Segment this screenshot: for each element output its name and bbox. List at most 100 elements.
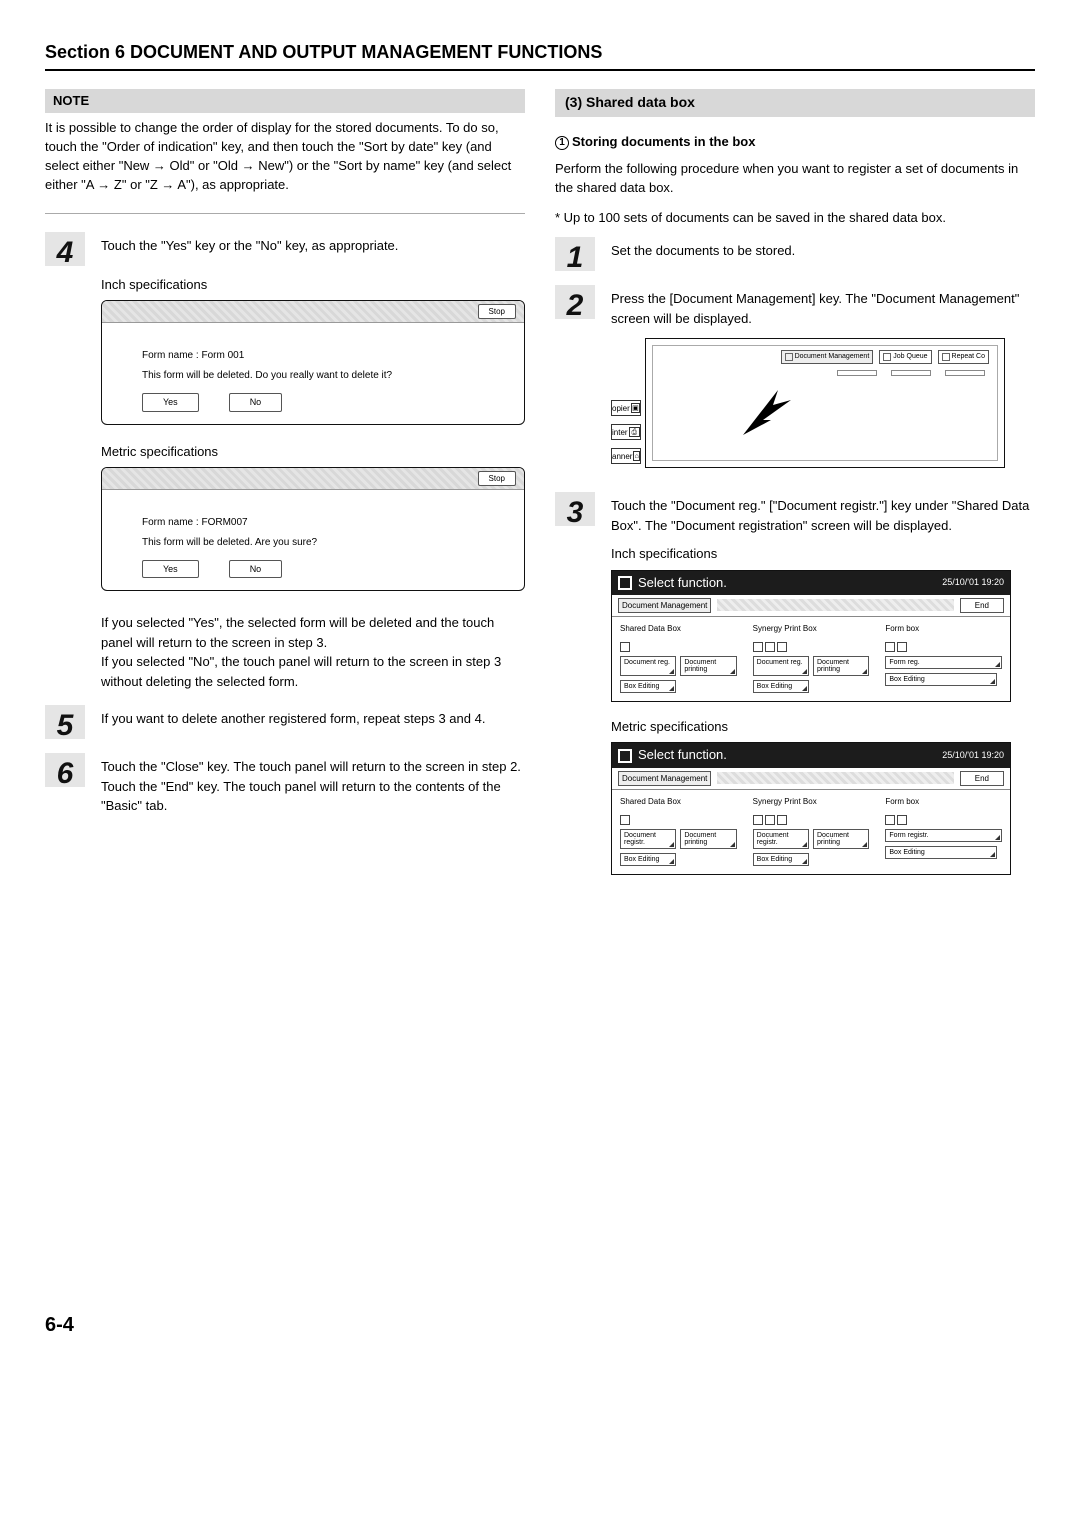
right-column: (3) Shared data box 1Storing documents i… [555, 89, 1035, 891]
yes-button[interactable]: Yes [142, 560, 199, 579]
step-text: If you want to delete another registered… [101, 705, 485, 739]
prompt-line: This form will be deleted. Do you really… [142, 369, 484, 383]
no-button[interactable]: No [229, 393, 283, 412]
no-button[interactable]: No [229, 560, 283, 579]
step-text: Touch the "Document reg." ["Document reg… [611, 492, 1035, 535]
note-heading: NOTE [45, 89, 525, 113]
form-icon [897, 642, 907, 652]
box-edit-button[interactable]: Box Editing [753, 853, 809, 866]
sf-timestamp: 25/10/'01 19:20 [942, 749, 1004, 762]
step6-line1: Touch the "Close" key. The touch panel w… [101, 757, 525, 777]
col-title: Synergy Print Box [753, 623, 870, 634]
form-registr-button[interactable]: Form registr. [885, 829, 1002, 842]
box-edit-button[interactable]: Box Editing [885, 673, 997, 686]
step-number: 2 [555, 285, 595, 319]
note-text: It is possible to change the order of di… [45, 119, 525, 194]
spec-metric-label-r: Metric specifications [611, 718, 1035, 736]
step-r2: 2 Press the [Document Management] key. T… [555, 285, 1035, 328]
form-icon [897, 815, 907, 825]
form-reg-button[interactable]: Form reg. [885, 656, 1002, 669]
printer-button[interactable]: inter⎙ [611, 424, 641, 440]
box-icon [765, 815, 775, 825]
result-block: If you selected "Yes", the selected form… [45, 609, 525, 691]
doc-reg-button[interactable]: Document reg. [620, 656, 676, 676]
col-title: Form box [885, 623, 1002, 634]
panel-header: Stop [102, 468, 524, 490]
sf-title: Select function. [638, 746, 727, 764]
step-6: 6 Touch the "Close" key. The touch panel… [45, 753, 525, 816]
page-title: Section 6 DOCUMENT AND OUTPUT MANAGEMENT… [45, 40, 1035, 71]
confirm-panel-inch: Stop Form name : Form 001 This form will… [101, 300, 525, 425]
queue-icon [883, 353, 891, 361]
tab-repeat-copy[interactable]: Repeat Co [938, 350, 989, 364]
tab-job-queue[interactable]: Job Queue [879, 350, 931, 364]
status-pattern [717, 772, 953, 784]
doc-registr-button[interactable]: Document registr. [620, 829, 676, 849]
step-5: 5 If you want to delete another register… [45, 705, 525, 739]
section-3-heading: (3) Shared data box [555, 89, 1035, 117]
pointer-arrow-icon [733, 380, 803, 450]
left-column: NOTE It is possible to change the order … [45, 89, 525, 891]
box-icon [753, 642, 763, 652]
form-name-line: Form name : Form 001 [142, 349, 484, 363]
sf-title: Select function. [638, 574, 727, 592]
confirm-panel-metric: Stop Form name : FORM007 This form will … [101, 467, 525, 592]
box-icon [620, 815, 630, 825]
end-button[interactable]: End [960, 771, 1004, 786]
box-edit-button[interactable]: Box Editing [753, 680, 809, 693]
step-text: Touch the "Close" key. The touch panel w… [101, 753, 525, 816]
box-icon [620, 642, 630, 652]
select-function-panel-metric: Select function. 25/10/'01 19:20 Documen… [611, 742, 1011, 875]
status-label: Document Management [618, 771, 711, 786]
status-label: Document Management [618, 598, 711, 613]
box-edit-button[interactable]: Box Editing [620, 680, 676, 693]
panel-header: Stop [102, 301, 524, 323]
step-number: 1 [555, 237, 595, 271]
page-number: 6-4 [45, 1311, 1035, 1339]
sub-heading: 1Storing documents in the box [555, 133, 1035, 151]
doc-icon [785, 353, 793, 361]
col-title: Form box [885, 796, 1002, 807]
doc-reg-button[interactable]: Document reg. [753, 656, 809, 676]
box-edit-button[interactable]: Box Editing [620, 853, 676, 866]
box-edit-button[interactable]: Box Editing [885, 846, 997, 859]
status-pattern [717, 599, 953, 611]
end-button[interactable]: End [960, 598, 1004, 613]
yes-button[interactable]: Yes [142, 393, 199, 412]
intro-text-2: * Up to 100 sets of documents can be sav… [555, 208, 1035, 228]
step-4: 4 Touch the "Yes" key or the "No" key, a… [45, 232, 525, 266]
physical-buttons: opier▣ inter⎙ anner⌂ [611, 400, 641, 464]
doc-print-button[interactable]: Document printing [680, 829, 736, 849]
sf-title-icon [618, 749, 632, 763]
box-icon [777, 642, 787, 652]
doc-print-button[interactable]: Document printing [813, 656, 869, 676]
copier-icon: ▣ [631, 403, 640, 413]
scanner-button[interactable]: anner⌂ [611, 448, 641, 464]
sf-title-icon [618, 576, 632, 590]
box-icon [753, 815, 763, 825]
stop-button[interactable]: Stop [478, 471, 516, 486]
box-icon [777, 815, 787, 825]
col-title: Synergy Print Box [753, 796, 870, 807]
divider [45, 213, 525, 214]
form-name-line: Form name : FORM007 [142, 516, 484, 530]
box-icon [765, 642, 775, 652]
tab-doc-management[interactable]: Document Management [781, 350, 874, 364]
step-number: 6 [45, 753, 85, 787]
step-r1: 1 Set the documents to be stored. [555, 237, 1035, 271]
col-title: Shared Data Box [620, 796, 737, 807]
result-text: If you selected "Yes", the selected form… [101, 609, 525, 691]
doc-registr-button[interactable]: Document registr. [753, 829, 809, 849]
step-number: 5 [45, 705, 85, 739]
spec-inch-label-r: Inch specifications [611, 545, 1035, 563]
select-function-panel-inch: Select function. 25/10/'01 19:20 Documen… [611, 570, 1011, 703]
sub-heading-text: Storing documents in the box [572, 134, 755, 149]
device-screen-panel: opier▣ inter⎙ anner⌂ Document Management… [645, 338, 1005, 468]
doc-print-button[interactable]: Document printing [813, 829, 869, 849]
col-title: Shared Data Box [620, 623, 737, 634]
spec-inch-label: Inch specifications [101, 276, 525, 294]
stop-button[interactable]: Stop [478, 304, 516, 319]
step-number: 3 [555, 492, 595, 526]
copier-button[interactable]: opier▣ [611, 400, 641, 416]
doc-print-button[interactable]: Document printing [680, 656, 736, 676]
